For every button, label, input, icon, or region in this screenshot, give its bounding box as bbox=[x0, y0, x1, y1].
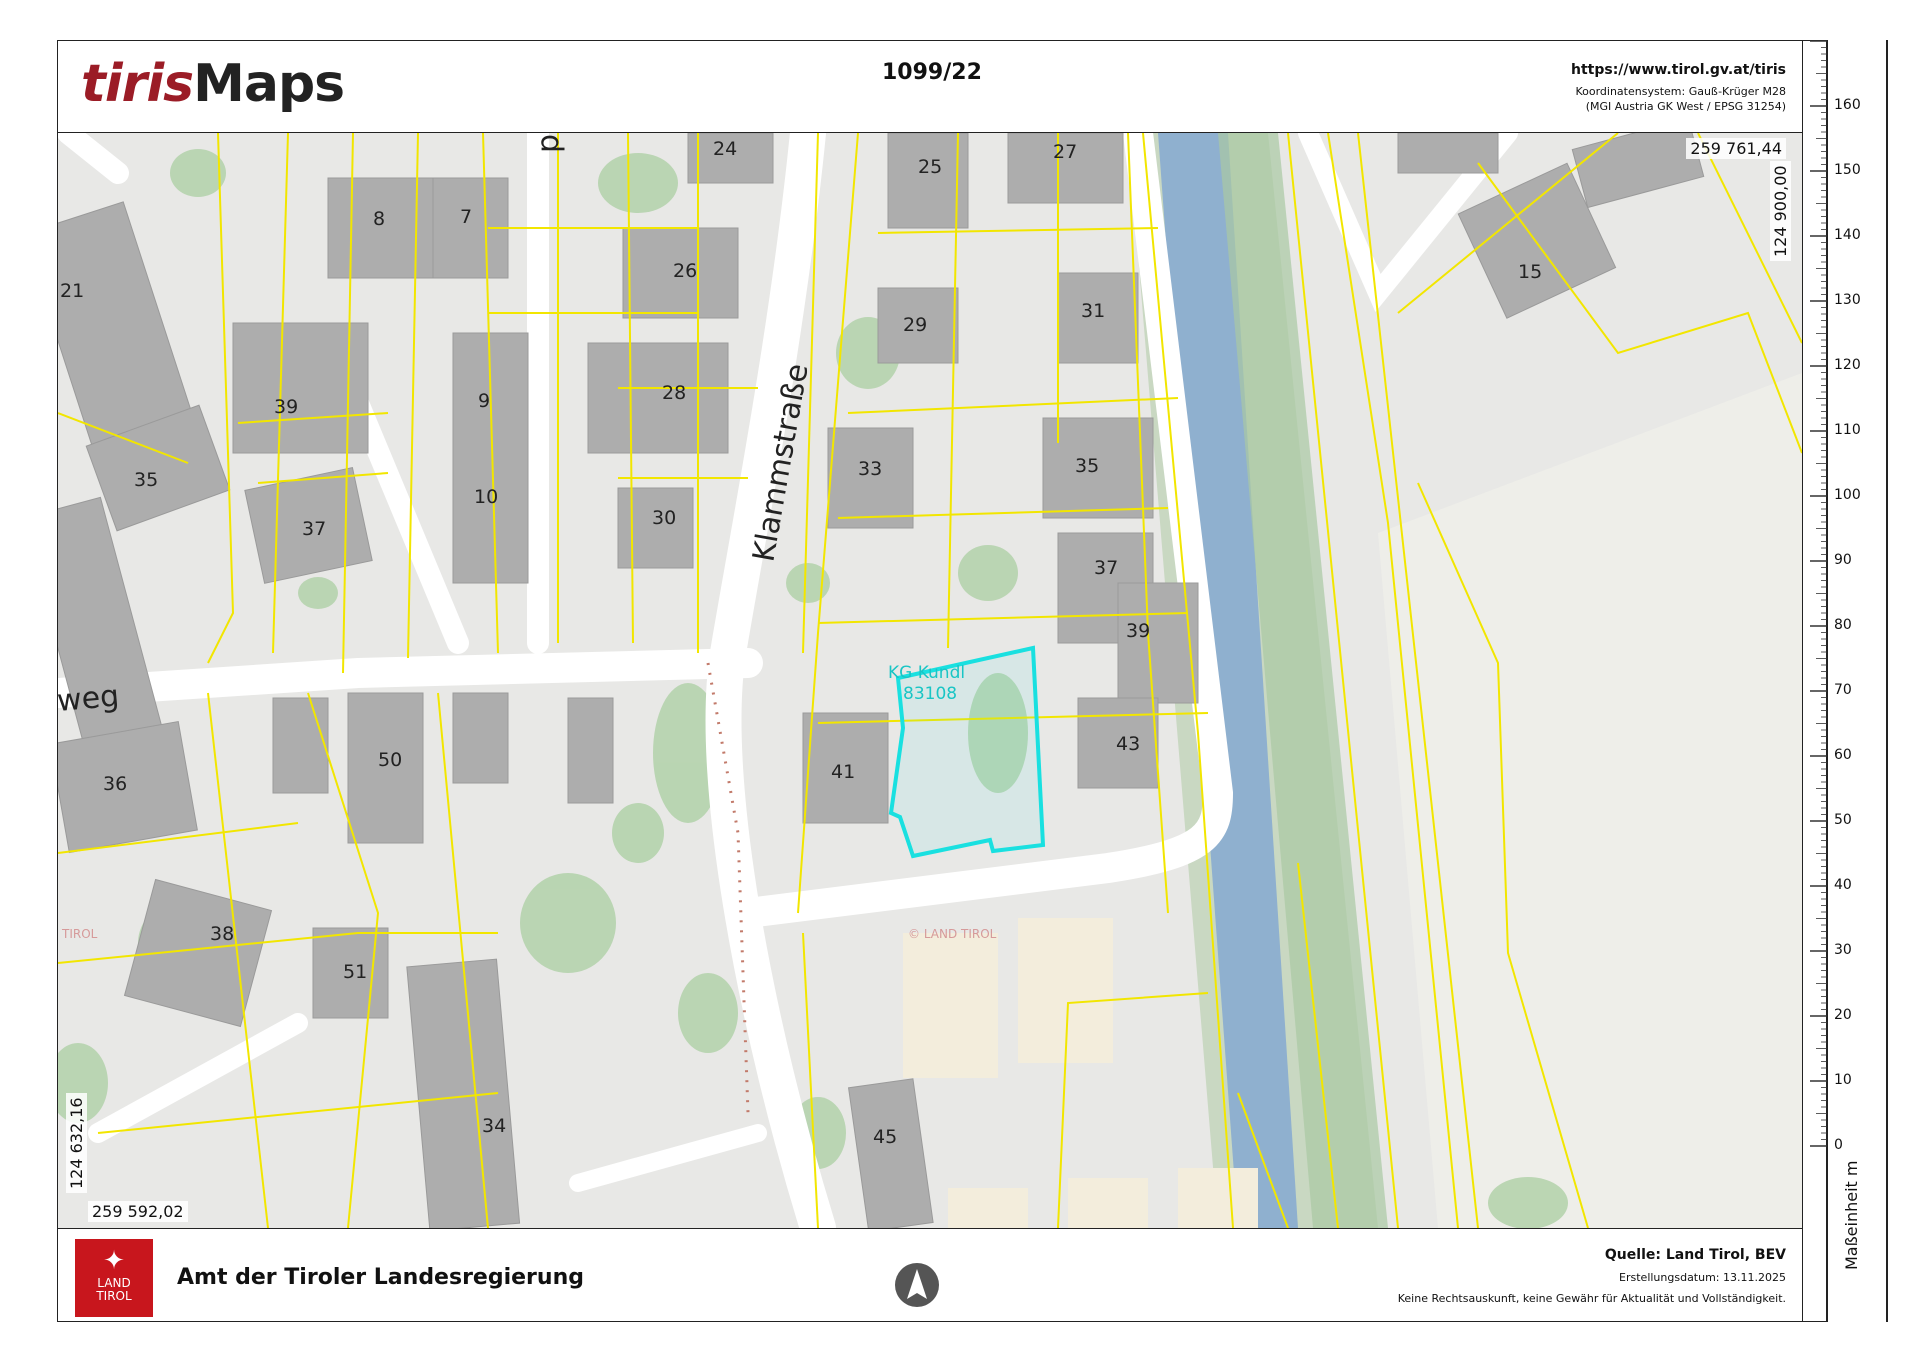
scale-label: 10 bbox=[1834, 1072, 1852, 1088]
north-arrow-icon bbox=[895, 1263, 939, 1307]
agency-name: Amt der Tiroler Landesregierung bbox=[177, 1265, 584, 1290]
house-number: 33 bbox=[858, 458, 882, 480]
house-number: 30 bbox=[652, 507, 676, 529]
footer: ✦ LAND TIROL Amt der Tiroler Landesregie… bbox=[57, 1228, 1802, 1322]
parcel-kg-number: 83108 bbox=[903, 684, 957, 704]
parcel-title: 1099/22 bbox=[882, 60, 982, 85]
house-number: 24 bbox=[713, 138, 737, 160]
street-label-weg: weg bbox=[58, 679, 121, 719]
house-number: 9 bbox=[478, 390, 490, 412]
house-number: 10 bbox=[474, 486, 498, 508]
scale-outer-edge bbox=[1886, 40, 1888, 1322]
scale-label: 150 bbox=[1834, 162, 1861, 178]
created-date: Erstellungsdatum: 13.11.2025 bbox=[1619, 1271, 1786, 1284]
tiris-url[interactable]: https://www.tirol.gv.at/tiris bbox=[1571, 62, 1786, 78]
source-text: Quelle: Land Tirol, BEV bbox=[1604, 1247, 1786, 1263]
house-number: 39 bbox=[274, 396, 298, 418]
house-number: 39 bbox=[1126, 620, 1150, 642]
scale-label: 160 bbox=[1834, 97, 1861, 113]
eagle-crest-icon: ✦ bbox=[103, 1246, 125, 1276]
scale-edge bbox=[1827, 40, 1828, 1322]
scale-label: 140 bbox=[1834, 227, 1861, 243]
scale-label: 80 bbox=[1834, 617, 1852, 633]
header: tirisMaps 1099/22 https://www.tirol.gv.a… bbox=[57, 40, 1802, 133]
coord-top-right: 259 761,44 bbox=[1686, 138, 1786, 159]
coord-left-vertical: 124 632,16 bbox=[66, 1093, 87, 1193]
house-number: 35 bbox=[1075, 455, 1099, 477]
footer-info: Quelle: Land Tirol, BEV Erstellungsdatum… bbox=[1398, 1247, 1786, 1305]
house-number: 29 bbox=[903, 314, 927, 336]
scale-label: 40 bbox=[1834, 877, 1852, 893]
house-number: 25 bbox=[918, 156, 942, 178]
scale-label: 30 bbox=[1834, 942, 1852, 958]
scale-label: 0 bbox=[1834, 1137, 1843, 1153]
scale-label: 20 bbox=[1834, 1007, 1852, 1023]
disclaimer: Keine Rechtsauskunft, keine Gewähr für A… bbox=[1397, 1292, 1786, 1305]
house-number: 38 bbox=[210, 923, 234, 945]
house-number: 45 bbox=[873, 1126, 897, 1148]
house-number: 37 bbox=[302, 518, 326, 540]
scale-label: 90 bbox=[1834, 552, 1852, 568]
scale-label: 50 bbox=[1834, 812, 1852, 828]
house-number: 50 bbox=[378, 749, 402, 771]
scale-label: 70 bbox=[1834, 682, 1852, 698]
house-number: 26 bbox=[673, 260, 697, 282]
house-number: 7 bbox=[460, 206, 472, 228]
parcel-kg-label: KG Kundl bbox=[888, 663, 965, 683]
crs-line-1: Koordinatensystem: Gauß-Krüger M28 bbox=[1575, 85, 1786, 98]
tirismaps-logo: tirisMaps bbox=[81, 54, 345, 114]
map-canvas: KG Kundl 83108 Klammstraße weg p © LAND … bbox=[58, 133, 1802, 1228]
watermark-tirol-left: TIROL bbox=[61, 927, 98, 941]
house-number: 15 bbox=[1518, 261, 1542, 283]
house-number: 37 bbox=[1094, 557, 1118, 579]
header-info: https://www.tirol.gv.at/tiris Koordinate… bbox=[1571, 62, 1786, 114]
scale-label: 100 bbox=[1834, 487, 1861, 503]
house-number: 41 bbox=[831, 761, 855, 783]
house-number: 43 bbox=[1116, 733, 1140, 755]
house-number: 31 bbox=[1081, 300, 1105, 322]
crs-line-2: (MGI Austria GK West / EPSG 31254) bbox=[1585, 100, 1786, 113]
land-tirol-logo: ✦ LAND TIROL bbox=[75, 1239, 153, 1317]
map-view[interactable]: KG Kundl 83108 Klammstraße weg p © LAND … bbox=[58, 133, 1802, 1228]
scale-label: 110 bbox=[1834, 422, 1861, 438]
house-number: 35 bbox=[134, 469, 158, 491]
house-number: 8 bbox=[373, 208, 385, 230]
watermark-land-tirol: © LAND TIROL bbox=[908, 927, 997, 941]
coord-bottom-left: 259 592,02 bbox=[88, 1201, 188, 1222]
scale-ticks bbox=[1810, 40, 1828, 1147]
house-number: 34 bbox=[482, 1115, 506, 1137]
street-label-p: p bbox=[531, 134, 566, 153]
coord-right-vertical: 124 900,00 bbox=[1770, 161, 1791, 261]
house-number: 27 bbox=[1053, 141, 1077, 163]
house-number: 28 bbox=[662, 382, 686, 404]
house-number: 36 bbox=[103, 773, 127, 795]
scale-label: 120 bbox=[1834, 357, 1861, 373]
house-number: 51 bbox=[343, 961, 367, 983]
scale-label: 130 bbox=[1834, 292, 1861, 308]
house-number: 21 bbox=[60, 280, 84, 302]
scale-label: 60 bbox=[1834, 747, 1852, 763]
scale-bar bbox=[1802, 40, 1828, 1322]
scale-unit-label: Maßeinheit m bbox=[1842, 1160, 1861, 1271]
